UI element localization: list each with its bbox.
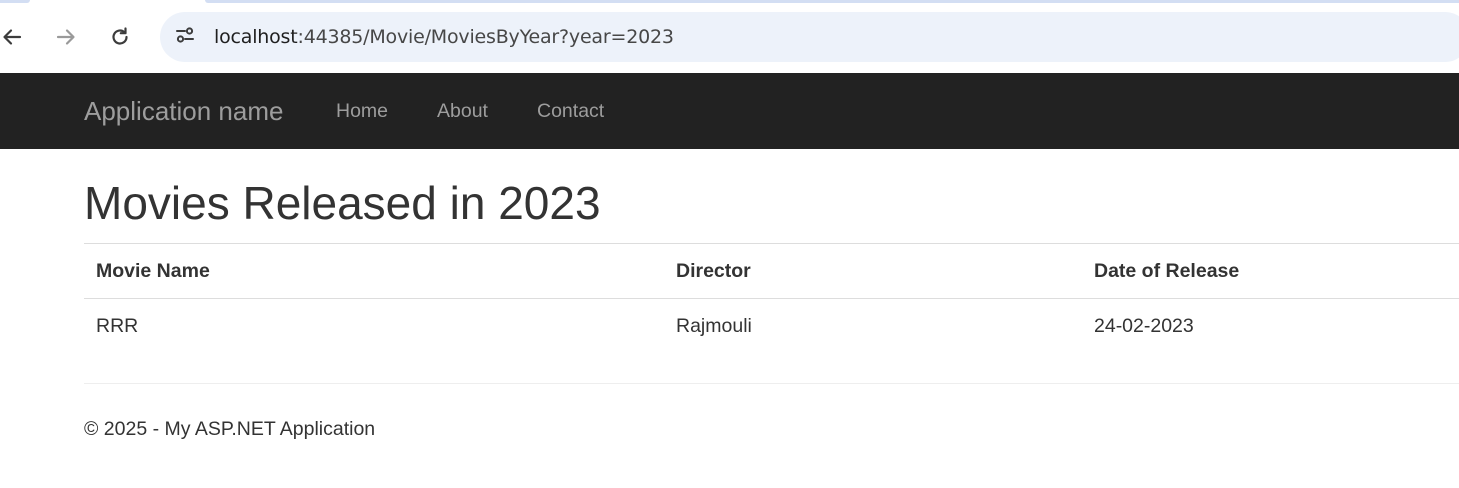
back-button[interactable]	[0, 22, 27, 52]
forward-button[interactable]	[51, 22, 81, 52]
header-director: Director	[664, 243, 1082, 299]
nav-link-about[interactable]: About	[437, 99, 488, 123]
page-title: Movies Released in 2023	[84, 177, 601, 229]
reload-icon	[109, 26, 131, 48]
footer-divider	[84, 383, 1459, 384]
cell-movie-name: RRR	[96, 314, 139, 337]
footer-copyright: © 2025 - My ASP.NET Application	[84, 418, 376, 440]
url-host: localhost	[214, 26, 298, 48]
table-header-row: Movie Name Director Date of Release	[84, 243, 1459, 299]
address-bar[interactable]: localhost:44385/Movie/MoviesByYear?year=…	[160, 12, 1459, 62]
url-text[interactable]: localhost:44385/Movie/MoviesByYear?year=…	[214, 25, 674, 49]
cell-date-of-release: 24-02-2023	[1094, 314, 1194, 337]
reload-button[interactable]	[105, 22, 135, 52]
browser-toolbar: localhost:44385/Movie/MoviesByYear?year=…	[0, 0, 1459, 73]
app-navbar: Application name Home About Contact	[0, 73, 1459, 149]
cell-director: Rajmouli	[676, 314, 752, 337]
table-row: RRR Rajmouli 24-02-2023	[84, 299, 1459, 354]
header-date-of-release: Date of Release	[1082, 243, 1459, 299]
header-movie-name: Movie Name	[84, 243, 664, 299]
site-info-icon	[174, 24, 196, 51]
movies-table: Movie Name Director Date of Release RRR …	[84, 243, 1459, 354]
nav-link-home[interactable]: Home	[336, 99, 388, 123]
brand-link[interactable]: Application name	[84, 95, 283, 127]
back-arrow-icon	[1, 26, 23, 48]
site-info-button[interactable]	[170, 22, 200, 52]
tab-strip-edge	[0, 0, 1459, 3]
nav-link-contact[interactable]: Contact	[537, 99, 604, 123]
url-path: :44385/Movie/MoviesByYear?year=2023	[297, 26, 674, 48]
forward-arrow-icon	[55, 26, 77, 48]
